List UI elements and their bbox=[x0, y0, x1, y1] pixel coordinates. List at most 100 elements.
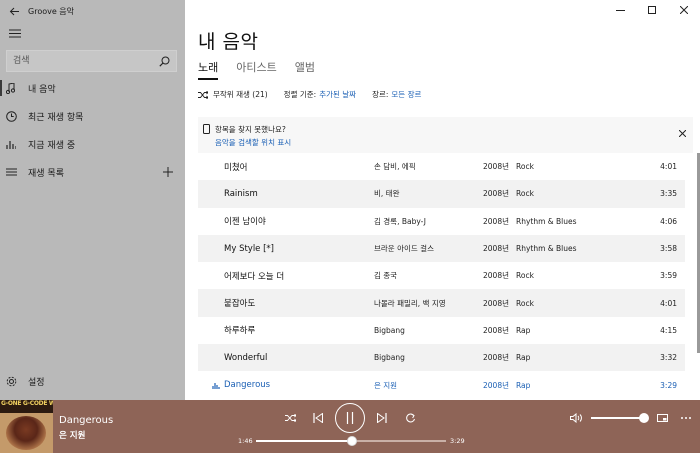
sort-label: 정렬 기준: bbox=[283, 90, 317, 99]
song-row[interactable]: 붙잡아도 나몰라 패밀리, 백 지영 2008년 Rock 4:01 bbox=[198, 289, 685, 317]
song-duration: 3:35 bbox=[660, 189, 677, 199]
song-genre: Rhythm & Blues bbox=[516, 244, 577, 254]
volume-thumb[interactable] bbox=[639, 413, 649, 423]
song-duration: 4:06 bbox=[660, 216, 677, 226]
tab-albums[interactable]: 앨범 bbox=[295, 59, 315, 79]
volume-slider[interactable] bbox=[591, 413, 649, 423]
song-year: 2008년 bbox=[483, 298, 509, 308]
song-row[interactable]: 어제보다 오늘 더 김 종국 2008년 Rock 3:59 bbox=[198, 262, 685, 289]
next-icon bbox=[377, 413, 387, 423]
add-playlist-button[interactable] bbox=[159, 163, 177, 181]
song-title: 미쳤어 bbox=[224, 162, 248, 173]
song-year: 2008년 bbox=[483, 380, 509, 390]
song-row[interactable]: Rainism 비, 태완 2008년 Rock 3:35 bbox=[198, 180, 685, 208]
search-icon bbox=[158, 56, 169, 67]
song-artist[interactable]: Bigbang bbox=[374, 326, 405, 335]
song-genre: Rock bbox=[516, 298, 534, 308]
sidebar-item-label: 지금 재생 중 bbox=[28, 140, 76, 151]
song-genre: Rock bbox=[516, 162, 534, 172]
search-button[interactable] bbox=[152, 51, 176, 71]
song-row[interactable]: 하루하루 Bigbang 2008년 Rap 4:15 bbox=[198, 317, 685, 344]
sidebar-item-label: 설정 bbox=[28, 377, 45, 388]
sidebar-item-playlists[interactable]: 재생 목록 bbox=[0, 160, 185, 184]
close-window-button[interactable] bbox=[668, 0, 700, 20]
genre-dropdown[interactable]: 장르: 모든 장르 bbox=[372, 89, 421, 100]
song-duration: 4:15 bbox=[660, 325, 677, 335]
scrollbar[interactable] bbox=[696, 153, 700, 363]
elapsed-time: 1:46 bbox=[238, 437, 253, 445]
maximize-button[interactable] bbox=[636, 0, 668, 20]
song-duration: 3:58 bbox=[660, 244, 677, 254]
tab-songs[interactable]: 노래 bbox=[198, 59, 219, 80]
seek-thumb[interactable] bbox=[347, 436, 358, 446]
more-options-button[interactable] bbox=[678, 410, 694, 426]
song-artist[interactable]: 나몰라 패밀리, 백 지영 bbox=[374, 298, 446, 309]
song-genre: Rock bbox=[516, 189, 534, 199]
genre-value: 모든 장르 bbox=[391, 90, 422, 99]
song-year: 2008년 bbox=[483, 162, 509, 172]
shuffle-button[interactable] bbox=[281, 410, 299, 426]
menu-button[interactable] bbox=[4, 24, 26, 42]
pause-icon bbox=[346, 412, 354, 424]
song-row[interactable]: My Style [*] 브라운 아이드 걸스 2008년 Rhythm & B… bbox=[198, 234, 685, 263]
song-genre: Rock bbox=[516, 271, 534, 281]
song-title: Dangerous bbox=[224, 380, 271, 391]
now-playing-title[interactable]: Dangerous bbox=[59, 415, 113, 426]
song-artist[interactable]: 손 담비, 에픽 bbox=[374, 161, 416, 172]
phone-icon bbox=[203, 124, 210, 134]
notice-link[interactable]: 음악을 검색할 위치 표시 bbox=[215, 137, 291, 148]
song-row[interactable]: Wonderful Bigbang 2008년 Rap 3:32 bbox=[198, 344, 685, 372]
song-row-now-playing[interactable]: Dangerous 은 지원 2008년 Rap 3:29 bbox=[198, 371, 685, 398]
previous-icon bbox=[313, 413, 323, 423]
back-button[interactable] bbox=[0, 0, 28, 22]
sidebar-item-settings[interactable]: 설정 bbox=[0, 369, 185, 393]
song-year: 2008년 bbox=[483, 271, 509, 281]
song-title: 붙잡아도 bbox=[224, 299, 256, 310]
sort-value: 추가된 날짜 bbox=[319, 90, 357, 99]
title-bar: Groove 음악 bbox=[0, 0, 185, 22]
song-artist[interactable]: 비, 태완 bbox=[374, 188, 399, 199]
dismiss-notice-button[interactable] bbox=[675, 126, 689, 140]
volume-button[interactable] bbox=[568, 410, 584, 426]
song-artist[interactable]: 김 종국 bbox=[374, 270, 397, 281]
song-year: 2008년 bbox=[483, 325, 509, 335]
mini-player-button[interactable] bbox=[654, 410, 670, 426]
sidebar-item-my-music[interactable]: 내 음악 bbox=[0, 76, 185, 100]
song-genre: Rap bbox=[516, 353, 531, 363]
search-input[interactable] bbox=[7, 51, 152, 71]
sort-dropdown[interactable]: 정렬 기준: 추가된 날짜 bbox=[284, 89, 356, 100]
sidebar-item-recent[interactable]: 최근 재생 항목 bbox=[0, 104, 185, 128]
shuffle-icon bbox=[198, 90, 208, 99]
speaker-icon bbox=[569, 413, 582, 423]
plus-icon bbox=[163, 167, 173, 177]
song-year: 2008년 bbox=[483, 244, 509, 254]
tab-artists[interactable]: 아티스트 bbox=[236, 59, 276, 79]
song-artist[interactable]: 브라운 아이드 걸스 bbox=[374, 243, 434, 254]
sidebar-item-now-playing[interactable]: 지금 재생 중 bbox=[0, 132, 185, 156]
repeat-button[interactable] bbox=[401, 410, 419, 426]
gear-icon bbox=[6, 376, 17, 386]
song-genre: Rap bbox=[516, 325, 531, 335]
minimize-button[interactable] bbox=[604, 0, 636, 20]
song-artist[interactable]: Bigbang bbox=[374, 353, 405, 362]
now-playing-artist[interactable]: 은 지원 bbox=[59, 429, 85, 441]
page-title: 내 음악 bbox=[198, 31, 259, 53]
filter-bar: 무작위 재생 (21) 정렬 기준: 추가된 날짜 장르: 모든 장르 bbox=[198, 89, 437, 100]
album-art[interactable]: G-ONE G-CODE WILD SIDE RESERV bbox=[0, 400, 53, 453]
more-icon bbox=[681, 417, 691, 419]
song-duration: 3:29 bbox=[660, 380, 677, 390]
play-pause-button[interactable] bbox=[335, 403, 365, 433]
sidebar-item-label: 재생 목록 bbox=[28, 168, 64, 179]
song-row[interactable]: 이젠 남이야 김 경록, Baby-J 2008년 Rhythm & Blues… bbox=[198, 208, 685, 235]
song-artist[interactable]: 김 경록, Baby-J bbox=[374, 216, 426, 227]
hamburger-icon bbox=[9, 29, 21, 37]
shuffle-icon bbox=[284, 414, 296, 422]
seek-bar[interactable] bbox=[256, 436, 446, 446]
previous-button[interactable] bbox=[309, 410, 327, 426]
song-artist[interactable]: 은 지원 bbox=[374, 380, 397, 391]
song-row[interactable]: 미쳤어 손 담비, 에픽 2008년 Rock 4:01 bbox=[198, 153, 685, 180]
next-button[interactable] bbox=[373, 410, 391, 426]
shuffle-all-button[interactable]: 무작위 재생 (21) bbox=[198, 89, 268, 100]
song-title: My Style [*] bbox=[224, 243, 274, 254]
sidebar: Groove 음악 내 음악 최근 재생 항목 지금 재생 중 재생 목록 설정 bbox=[0, 0, 185, 400]
